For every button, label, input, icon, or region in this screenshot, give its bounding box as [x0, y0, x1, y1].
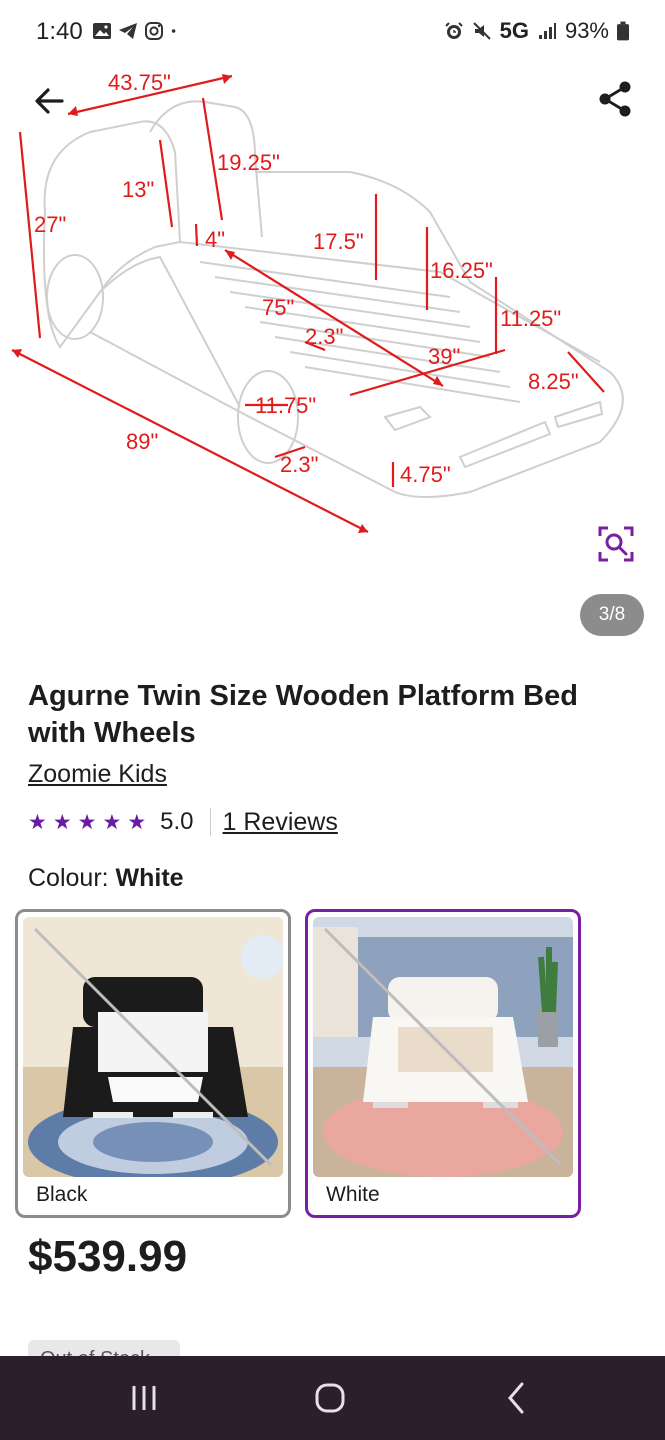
swatch-label: Black: [36, 1183, 88, 1206]
dimension-label: 2.3": [280, 452, 318, 477]
alarm-icon: [444, 22, 463, 39]
colour-value: White: [115, 864, 184, 892]
reviews-link[interactable]: 1 Reviews: [223, 808, 338, 837]
rating-row: ★ ★ ★ ★ ★ 5.0 1 Reviews: [28, 806, 338, 838]
dimension-label: 4": [205, 227, 225, 252]
home-icon[interactable]: [302, 1374, 358, 1422]
system-nav-bar: [0, 1356, 665, 1440]
colour-swatch-white[interactable]: White: [305, 909, 581, 1218]
instagram-icon: [145, 22, 163, 40]
swatch-photo: [313, 917, 573, 1177]
back-nav-icon[interactable]: [489, 1374, 545, 1422]
dimension-label: 89": [126, 429, 158, 454]
star-icon: ★: [77, 810, 97, 834]
product-price: $539.99: [28, 1232, 188, 1281]
image-counter: 3/8: [580, 594, 644, 636]
status-left-icons: [92, 21, 182, 41]
status-time: 1:40: [36, 18, 83, 45]
dimension-label: 39": [428, 344, 460, 369]
dimension-label: 17.5": [313, 229, 364, 254]
rating-value: 5.0: [160, 808, 194, 835]
signal-icon: [538, 23, 556, 39]
swatch-label: White: [326, 1183, 380, 1206]
dimension-label: 13": [122, 177, 154, 202]
back-arrow-icon[interactable]: [28, 80, 70, 122]
dimension-label: 11.25": [500, 306, 561, 331]
star-icon: ★: [28, 810, 47, 834]
colour-swatch-black[interactable]: Black: [15, 909, 291, 1218]
colour-row: Colour: White: [28, 864, 184, 893]
dimension-label: 11.75": [255, 393, 316, 418]
dimension-label: 4.75": [400, 462, 451, 487]
network-label: 5G: [499, 18, 529, 43]
product-image-gallery[interactable]: 43.75" 19.25" 13" 27" 4" 17.5" 16.25" 75…: [0, 62, 665, 660]
status-bar: 1:40 5G 93%: [0, 0, 665, 62]
dot-icon: [171, 29, 176, 33]
dimension-label: 8.25": [528, 369, 579, 394]
product-title: Agurne Twin Size Wooden Platform Bed wit…: [28, 680, 578, 749]
status-right: 5G 93%: [444, 18, 629, 44]
bed-dimensions-diagram: 43.75" 19.25" 13" 27" 4" 17.5" 16.25" 75…: [11, 70, 624, 533]
dimension-label: 75": [262, 295, 294, 320]
colour-label: Colour:: [28, 864, 109, 892]
brand-link[interactable]: Zoomie Kids: [28, 760, 167, 789]
star-icon: ★: [102, 810, 122, 834]
telegram-icon: [119, 23, 137, 39]
dimension-label: 16.25": [430, 258, 493, 283]
share-icon[interactable]: [595, 78, 637, 120]
battery-icon: [617, 21, 629, 41]
dimension-label: 43.75": [108, 70, 171, 95]
star-icon: ★: [52, 810, 72, 834]
star-icon: ★: [127, 810, 147, 834]
rating-divider: [209, 808, 211, 836]
mute-icon: [472, 22, 491, 40]
swatch-photo: [23, 917, 283, 1177]
dimension-label: 27": [34, 212, 66, 237]
gallery-icon: [93, 23, 111, 39]
battery-label: 93%: [564, 18, 609, 43]
dimension-label: 2.3": [305, 324, 343, 349]
dimension-label: 19.25": [217, 150, 280, 175]
rating-stars: ★ ★ ★ ★ ★: [28, 810, 146, 835]
visual-search-icon[interactable]: [596, 524, 636, 564]
recent-apps-icon[interactable]: [116, 1374, 172, 1422]
